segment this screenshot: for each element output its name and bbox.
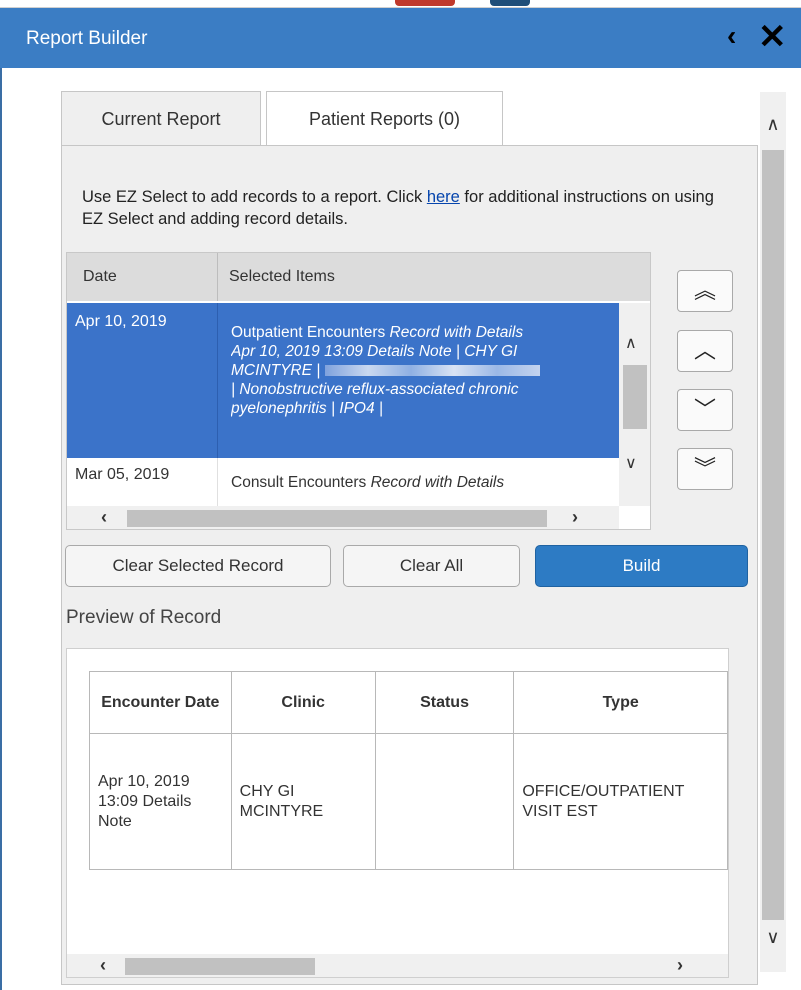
preview-cell-type: OFFICE/OUTPATIENT VISIT EST xyxy=(513,733,728,870)
double-chevron-up-icon: ︽ xyxy=(693,278,716,303)
table-row[interactable]: Apr 10, 2019 Outpatient Encounters Recor… xyxy=(67,303,619,458)
record-detail-line: MCINTYRE | xyxy=(231,362,321,379)
row-selected-items: Outpatient Encounters Record with Detail… xyxy=(231,323,621,418)
preview-header-clinic: Clinic xyxy=(230,671,376,734)
row-date: Apr 10, 2019 xyxy=(75,313,167,330)
column-header-date[interactable]: Date xyxy=(83,268,117,286)
clear-all-button[interactable]: Clear All xyxy=(343,545,520,587)
row-date: Mar 05, 2019 xyxy=(75,466,170,483)
record-preview: Encounter Date Clinic Status Type Apr 10… xyxy=(66,648,729,978)
scroll-thumb[interactable] xyxy=(762,150,784,920)
preview-header-status: Status xyxy=(374,671,515,734)
redacted-text xyxy=(324,365,540,377)
move-to-bottom-button[interactable]: ︾ xyxy=(677,448,733,490)
scroll-right-icon[interactable]: › xyxy=(677,955,683,976)
scroll-thumb[interactable] xyxy=(125,958,315,975)
move-down-button[interactable]: ﹀ xyxy=(677,389,733,431)
scroll-up-icon[interactable]: ∧ xyxy=(760,114,786,140)
clear-selected-record-button[interactable]: Clear Selected Record xyxy=(65,545,331,587)
window-title: Report Builder xyxy=(26,28,148,49)
instructions-text: Use EZ Select to add records to a report… xyxy=(82,186,722,230)
double-chevron-down-icon: ︾ xyxy=(693,456,716,481)
chevron-left-icon[interactable]: ‹ xyxy=(727,22,736,50)
chevron-down-icon: ﹀ xyxy=(693,397,716,422)
scroll-down-icon[interactable]: ∨ xyxy=(760,927,786,953)
build-button[interactable]: Build xyxy=(535,545,748,587)
record-detail-line: pyelonephritis | IPO4 | xyxy=(231,400,383,417)
title-bar: Report Builder ‹ ✕ xyxy=(0,8,801,68)
top-strip-decor xyxy=(490,0,530,6)
selected-records-table: Date Selected Items Apr 10, 2019 Outpati… xyxy=(66,252,651,530)
preview-header-type: Type xyxy=(513,671,728,734)
preview-header-encounter-date: Encounter Date xyxy=(89,671,232,734)
row-selected-items: Consult Encounters Record with Details xyxy=(231,474,504,492)
preview-heading: Preview of Record xyxy=(66,607,222,628)
instructions-before: Use EZ Select to add records to a report… xyxy=(82,188,427,206)
move-to-top-button[interactable]: ︽ xyxy=(677,270,733,312)
column-divider xyxy=(217,253,218,301)
top-strip xyxy=(0,0,801,8)
close-icon[interactable]: ✕ xyxy=(758,20,787,54)
table-row[interactable]: Mar 05, 2019 Consult Encounters Record w… xyxy=(67,458,619,506)
scroll-thumb[interactable] xyxy=(127,510,547,527)
column-divider xyxy=(217,303,218,458)
move-up-button[interactable]: ︿ xyxy=(677,330,733,372)
scroll-left-icon[interactable]: ‹ xyxy=(100,955,106,976)
column-divider xyxy=(217,458,218,506)
record-type: Consult Encounters xyxy=(231,474,371,491)
record-detail-line: Apr 10, 2019 13:09 Details Note | CHY GI xyxy=(231,343,518,360)
record-detail-label: Record with Details xyxy=(370,474,505,491)
record-type: Outpatient Encounters xyxy=(231,324,390,341)
record-detail-line: | Nonobstructive reflux-associated chron… xyxy=(231,381,519,398)
table-horizontal-scrollbar[interactable]: ‹ › xyxy=(67,506,619,529)
instructions-help-link[interactable]: here xyxy=(427,188,460,206)
preview-cell-clinic: CHY GI MCINTYRE xyxy=(230,733,376,870)
tab-current-report[interactable]: Current Report xyxy=(61,91,261,147)
preview-table: Encounter Date Clinic Status Type Apr 10… xyxy=(89,671,728,870)
scroll-thumb[interactable] xyxy=(623,365,647,429)
scroll-right-icon[interactable]: › xyxy=(572,507,578,528)
table-vertical-scrollbar[interactable]: ∧ ∨ xyxy=(619,303,650,506)
table-header: Date Selected Items xyxy=(67,253,650,301)
top-strip-decor xyxy=(395,0,455,6)
table-row: Apr 10, 2019 13:09 Details Note CHY GI M… xyxy=(89,733,728,870)
scroll-up-icon[interactable]: ∧ xyxy=(625,333,637,353)
chevron-up-icon: ︿ xyxy=(693,338,716,363)
tab-patient-reports[interactable]: Patient Reports (0) xyxy=(266,91,503,145)
window-vertical-scrollbar[interactable]: ∧ ∨ xyxy=(760,92,786,972)
record-detail-label: Record with Details xyxy=(389,324,524,341)
preview-horizontal-scrollbar[interactable]: ‹ › xyxy=(67,954,728,977)
preview-cell-date: Apr 10, 2019 13:09 Details Note xyxy=(89,733,232,870)
column-header-selected-items[interactable]: Selected Items xyxy=(229,268,335,286)
scroll-left-icon[interactable]: ‹ xyxy=(101,507,107,528)
scroll-down-icon[interactable]: ∨ xyxy=(625,453,637,473)
preview-cell-status xyxy=(374,733,515,870)
